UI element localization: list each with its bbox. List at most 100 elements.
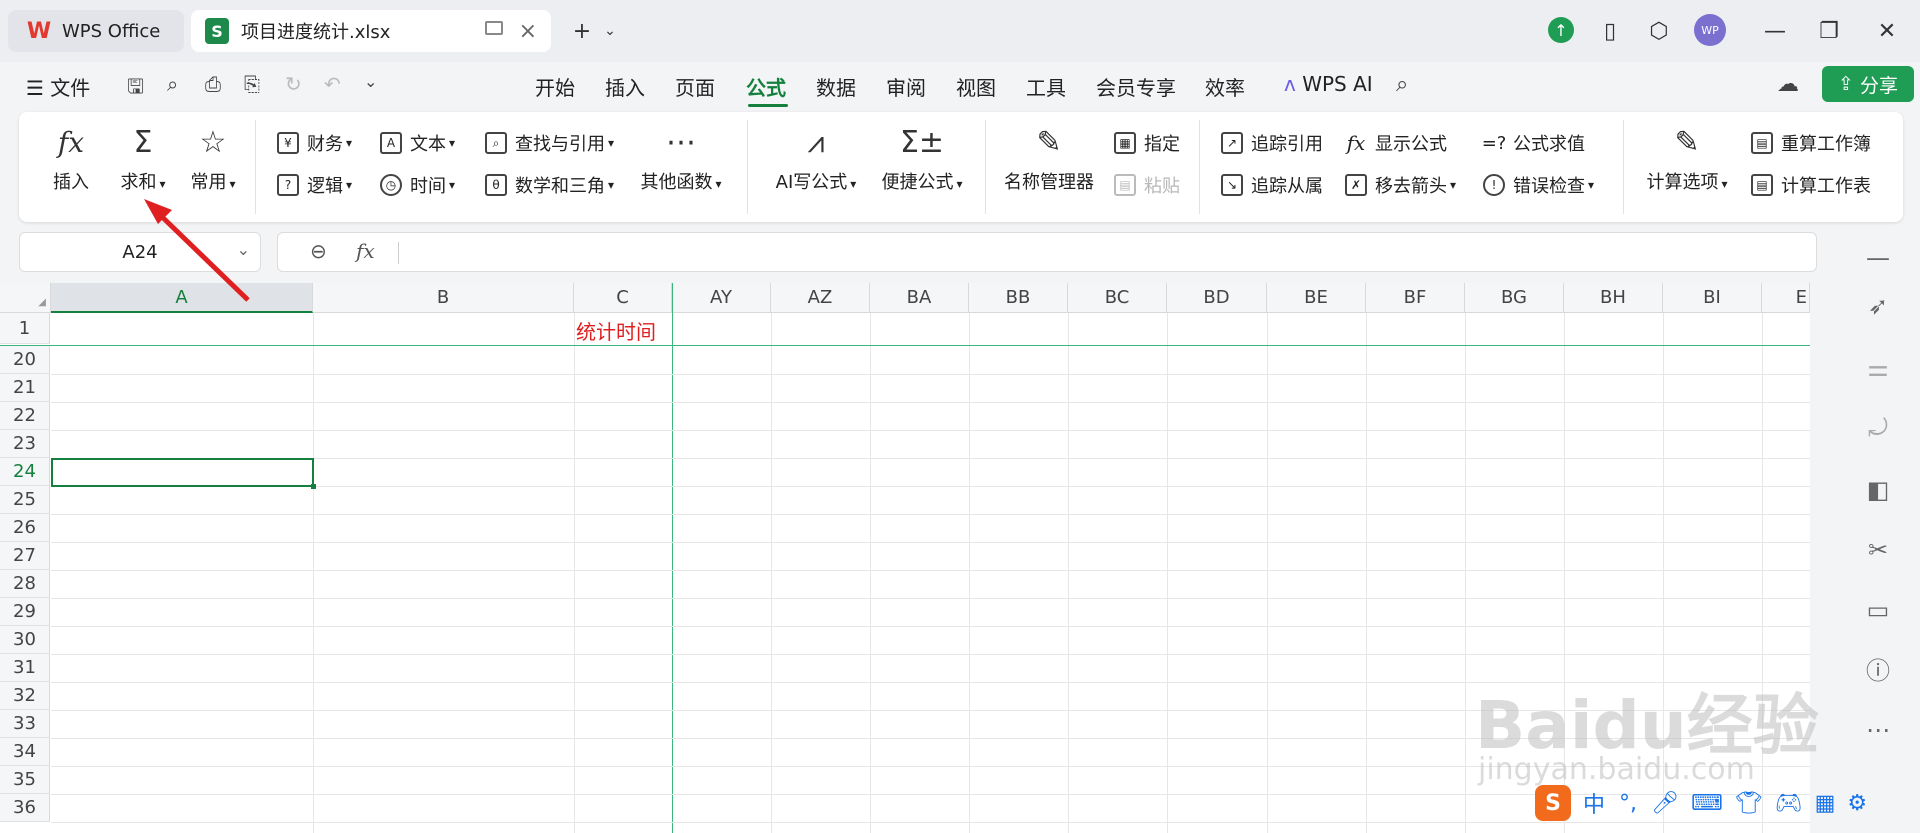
row-header-34[interactable]: 34 xyxy=(0,738,50,766)
tab-insert[interactable]: 插入 xyxy=(605,72,645,101)
col-header-bf[interactable]: BF xyxy=(1366,283,1465,313)
row-header-27[interactable]: 27 xyxy=(0,542,50,570)
row-header-28[interactable]: 28 xyxy=(0,570,50,598)
trace-dependents-button[interactable]: ↘ 追踪从属 xyxy=(1221,172,1323,198)
tablet-icon[interactable]: ▯ xyxy=(1598,16,1622,46)
selected-cell-a24[interactable] xyxy=(51,458,314,487)
calc-options-button[interactable]: ✎ 计算选项 ▾ xyxy=(1641,122,1733,194)
wps-ai-button[interactable]: ʌ WPS AI xyxy=(1284,72,1373,96)
col-header-bi[interactable]: BI xyxy=(1663,283,1762,313)
col-header-bc[interactable]: BC xyxy=(1068,283,1167,313)
row-header-22[interactable]: 22 xyxy=(0,402,50,430)
row-header-30[interactable]: 30 xyxy=(0,626,50,654)
undo-icon[interactable]: ↶ xyxy=(324,72,341,96)
col-header-ay[interactable]: AY xyxy=(672,283,771,313)
sum-button[interactable]: Σ 求和 ▾ xyxy=(113,122,173,194)
finance-button[interactable]: ¥ 财务 ▾ xyxy=(277,130,352,156)
col-header-partial[interactable]: E xyxy=(1762,283,1810,313)
row-header-24[interactable]: 24 xyxy=(0,458,50,486)
close-window-icon[interactable]: ✕ xyxy=(1872,16,1902,46)
minimize-icon[interactable]: — xyxy=(1760,16,1790,46)
tab-member[interactable]: 会员专享 xyxy=(1096,72,1176,101)
tab-start[interactable]: 开始 xyxy=(535,72,575,101)
transform-icon[interactable]: ⤾ xyxy=(1862,412,1894,444)
tab-wps-office[interactable]: W WPS Office xyxy=(8,10,184,52)
microphone-icon[interactable]: 🎤︎ xyxy=(1651,791,1679,816)
cube-icon[interactable]: ⬡ xyxy=(1646,16,1672,46)
apps-icon[interactable]: ▦ xyxy=(1815,791,1836,816)
more-chevron-icon[interactable]: ⌄ xyxy=(364,72,377,91)
chevron-down-icon[interactable]: ⌄ xyxy=(600,16,620,46)
common-button[interactable]: ☆ 常用 ▾ xyxy=(181,122,245,194)
col-header-az[interactable]: AZ xyxy=(771,283,870,313)
gamepad-icon[interactable]: 🎮︎ xyxy=(1775,791,1803,816)
avatar[interactable]: WP xyxy=(1694,14,1726,46)
file-menu[interactable]: ☰ 文件 xyxy=(26,72,90,101)
row-header-1[interactable]: 1 xyxy=(0,313,50,344)
cell-c1[interactable]: 统计时间 xyxy=(576,316,656,345)
print-preview-icon[interactable]: ⎘ xyxy=(244,72,260,96)
slider-icon[interactable]: ⚌ xyxy=(1862,352,1894,384)
row-header-25[interactable]: 25 xyxy=(0,486,50,514)
time-button[interactable]: ◷ 时间 ▾ xyxy=(380,172,455,198)
trace-precedents-button[interactable]: ↗ 追踪引用 xyxy=(1221,130,1323,156)
col-header-bb[interactable]: BB xyxy=(969,283,1068,313)
paste-button[interactable]: ▤ 粘贴 xyxy=(1114,172,1180,198)
help-icon[interactable]: ⓘ xyxy=(1862,652,1894,685)
formula-bar[interactable]: ⊖ fx xyxy=(277,232,1817,272)
cursor-icon[interactable]: ➶ xyxy=(1862,290,1894,322)
name-box-dropdown-icon[interactable]: ⌄ xyxy=(237,240,250,259)
col-header-b[interactable]: B xyxy=(313,283,574,313)
more-icon[interactable]: ⋯ xyxy=(1862,714,1894,746)
format-painter-icon[interactable]: ⌕ xyxy=(167,72,178,96)
new-tab-icon[interactable]: + xyxy=(566,16,598,46)
row-header-21[interactable]: 21 xyxy=(0,374,50,402)
settings-icon[interactable]: ⚙ xyxy=(1847,791,1867,816)
insert-function-button[interactable]: fx 插入 xyxy=(47,122,95,194)
keyboard-icon[interactable]: ⌨ xyxy=(1691,791,1723,816)
ime-lang[interactable]: 中 xyxy=(1583,787,1605,819)
close-tab-icon[interactable]: × xyxy=(519,19,537,44)
save-icon[interactable]: 🖫 xyxy=(127,72,144,106)
row-header-29[interactable]: 29 xyxy=(0,598,50,626)
select-all-corner[interactable]: ◢ xyxy=(0,283,51,313)
lookup-button[interactable]: ⌕ 查找与引用 ▾ xyxy=(485,130,614,156)
search-icon[interactable]: ⌕ xyxy=(1396,72,1408,97)
tab-page[interactable]: 页面 xyxy=(675,72,715,101)
col-header-a[interactable]: A xyxy=(51,283,313,313)
shirt-icon[interactable]: 👕︎ xyxy=(1735,791,1763,816)
name-box[interactable]: A24 ⌄ xyxy=(19,232,261,272)
fill-handle[interactable] xyxy=(311,484,316,489)
collapse-sidebar-icon[interactable]: — xyxy=(1862,242,1894,274)
sheet-style-icon[interactable]: ◧ xyxy=(1862,474,1894,506)
tab-file[interactable]: S 项目进度统计.xlsx × xyxy=(191,10,551,52)
col-header-be[interactable]: BE xyxy=(1267,283,1366,313)
logic-button[interactable]: ? 逻辑 ▾ xyxy=(277,172,352,198)
name-manager-button[interactable]: ✎ 名称管理器 xyxy=(1001,122,1097,194)
fx-label[interactable]: fx xyxy=(356,239,375,263)
row-header-36[interactable]: 36 xyxy=(0,794,50,822)
share-button[interactable]: ⇪ 分享 xyxy=(1822,66,1914,102)
ime-punct[interactable]: °, xyxy=(1619,791,1637,816)
row-header-20[interactable]: 20 xyxy=(0,346,50,374)
col-header-bg[interactable]: BG xyxy=(1465,283,1564,313)
zoom-formula-icon[interactable]: ⊖ xyxy=(310,239,327,263)
row-header-33[interactable]: 33 xyxy=(0,710,50,738)
row-header-31[interactable]: 31 xyxy=(0,654,50,682)
tools-icon[interactable]: ✂ xyxy=(1862,534,1894,566)
tab-efficiency[interactable]: 效率 xyxy=(1205,72,1245,101)
book-icon[interactable]: ▭ xyxy=(1862,594,1894,626)
row-header-23[interactable]: 23 xyxy=(0,430,50,458)
show-formulas-button[interactable]: fx 显示公式 xyxy=(1345,130,1447,156)
upload-icon[interactable]: ↑ xyxy=(1548,17,1574,43)
cloud-icon[interactable]: ☁ xyxy=(1777,72,1799,97)
assign-button[interactable]: ▦ 指定 xyxy=(1114,130,1180,156)
restore-icon[interactable]: ❐ xyxy=(1814,16,1844,46)
row-header-26[interactable]: 26 xyxy=(0,514,50,542)
quick-formula-button[interactable]: Σ± 便捷公式 ▾ xyxy=(877,122,967,194)
ai-formula-button[interactable]: ⩘ AI写公式 ▾ xyxy=(771,122,861,194)
calc-sheet-button[interactable]: ▤ 计算工作表 xyxy=(1751,172,1871,198)
tab-formula[interactable]: 公式 xyxy=(746,72,786,101)
monitor-icon[interactable] xyxy=(485,21,503,35)
evaluate-formula-button[interactable]: =? 公式求值 xyxy=(1482,130,1585,156)
